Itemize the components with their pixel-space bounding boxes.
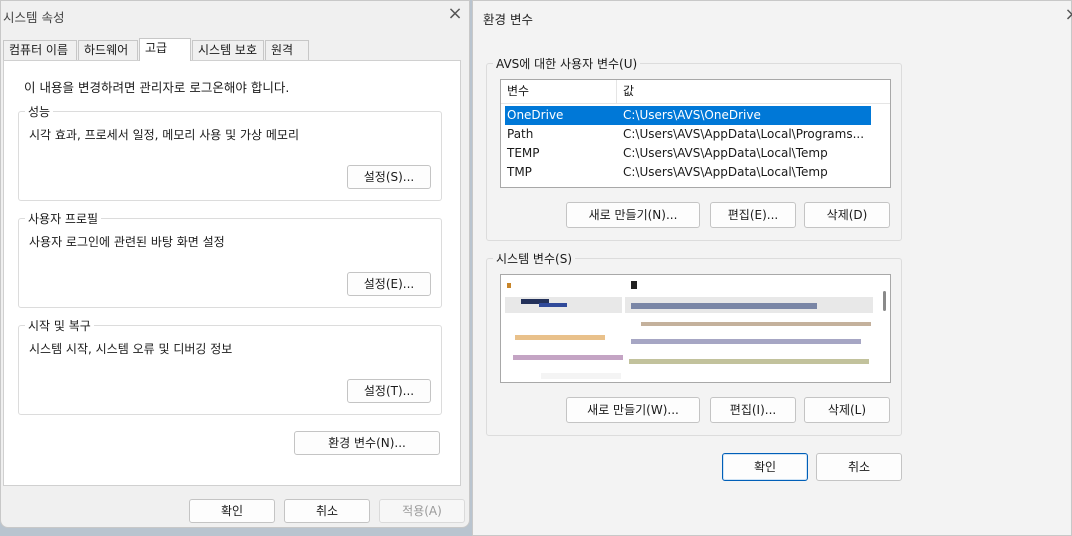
- env-ok-button[interactable]: 확인: [722, 453, 808, 481]
- startup-recovery-settings-button[interactable]: 설정(T)...: [347, 379, 431, 403]
- ok-button[interactable]: 확인: [189, 499, 275, 523]
- close-icon[interactable]: ×: [444, 4, 466, 26]
- environment-variables-window: 환경 변수 × AVS에 대한 사용자 변수(U) 변수 값 OneDrive …: [472, 0, 1072, 536]
- performance-settings-button[interactable]: 설정(S)...: [347, 165, 431, 189]
- user-profiles-settings-button[interactable]: 설정(E)...: [347, 272, 431, 296]
- window-title: 시스템 속성: [3, 10, 65, 25]
- column-header-variable[interactable]: 변수: [501, 80, 617, 104]
- table-row[interactable]: TEMP C:\Users\AVS\AppData\Local\Temp: [505, 144, 871, 163]
- user-new-button[interactable]: 새로 만들기(N)...: [566, 202, 700, 228]
- startup-recovery-label: 시작 및 복구: [25, 317, 94, 334]
- table-row[interactable]: TMP C:\Users\AVS\AppData\Local\Temp: [505, 163, 871, 182]
- user-profiles-group: 사용자 프로필 사용자 로그인에 관련된 바탕 화면 설정 설정(E)...: [18, 210, 442, 308]
- system-properties-window: 시스템 속성 × 컴퓨터 이름 하드웨어 고급 시스템 보호 원격 이 내용을 …: [0, 0, 470, 528]
- environment-variables-button[interactable]: 환경 변수(N)...: [294, 431, 440, 455]
- user-profiles-label: 사용자 프로필: [25, 210, 102, 227]
- variable-value: C:\Users\AVS\AppData\Local\Temp: [623, 146, 828, 160]
- user-profiles-description: 사용자 로그인에 관련된 바탕 화면 설정: [29, 235, 225, 249]
- table-row[interactable]: Path C:\Users\AVS\AppData\Local\Programs…: [505, 125, 871, 144]
- column-header-value[interactable]: 값: [617, 80, 890, 104]
- user-variables-list[interactable]: 변수 값 OneDrive C:\Users\AVS\OneDrive Path…: [500, 79, 891, 188]
- env-cancel-button[interactable]: 취소: [816, 453, 902, 481]
- tab-computer-name[interactable]: 컴퓨터 이름: [3, 40, 77, 60]
- system-variables-label: 시스템 변수(S): [493, 250, 575, 267]
- advanced-tab-panel: 이 내용을 변경하려면 관리자로 로그온해야 합니다. 성능 시각 효과, 프로…: [3, 60, 461, 486]
- cancel-button[interactable]: 취소: [284, 499, 370, 523]
- system-new-button[interactable]: 새로 만들기(W)...: [566, 397, 700, 423]
- user-delete-button[interactable]: 삭제(D): [804, 202, 890, 228]
- apply-button[interactable]: 적용(A): [379, 499, 465, 523]
- admin-notice: 이 내용을 변경하려면 관리자로 로그온해야 합니다.: [24, 80, 290, 95]
- system-variables-list[interactable]: [500, 274, 891, 383]
- variable-value: C:\Users\AVS\OneDrive: [623, 108, 761, 122]
- user-variables-label: AVS에 대한 사용자 변수(U): [493, 55, 641, 72]
- startup-recovery-group: 시작 및 복구 시스템 시작, 시스템 오류 및 디버깅 정보 설정(T)...: [18, 317, 442, 415]
- tab-advanced[interactable]: 고급: [139, 38, 191, 61]
- system-variables-scrollbar-thumb[interactable]: [883, 291, 886, 311]
- variable-name: TMP: [507, 165, 532, 179]
- variable-value: C:\Users\AVS\AppData\Local\Programs...: [623, 127, 865, 141]
- variable-name: TEMP: [507, 146, 540, 160]
- system-delete-button[interactable]: 삭제(L): [804, 397, 890, 423]
- variable-name: OneDrive: [507, 108, 564, 122]
- tab-remote[interactable]: 원격: [265, 40, 309, 60]
- table-row[interactable]: OneDrive C:\Users\AVS\OneDrive: [505, 106, 871, 125]
- environment-variables-titlebar[interactable]: 환경 변수 ×: [473, 1, 1072, 31]
- system-edit-button[interactable]: 편집(I)...: [710, 397, 796, 423]
- close-icon[interactable]: ×: [1061, 5, 1072, 27]
- system-properties-titlebar[interactable]: 시스템 속성 ×: [1, 1, 469, 31]
- tab-system-protection[interactable]: 시스템 보호: [192, 40, 264, 60]
- startup-recovery-description: 시스템 시작, 시스템 오류 및 디버깅 정보: [29, 342, 233, 356]
- user-edit-button[interactable]: 편집(E)...: [710, 202, 796, 228]
- env-window-title: 환경 변수: [483, 12, 533, 27]
- system-variables-group: 시스템 변수(S) 새로 만들기(W)... 편집(I)... 삭제(L): [486, 250, 902, 436]
- user-variables-group: AVS에 대한 사용자 변수(U) 변수 값 OneDrive C:\Users…: [486, 55, 902, 241]
- performance-label: 성능: [25, 103, 54, 120]
- performance-group: 성능 시각 효과, 프로세서 일정, 메모리 사용 및 가상 메모리 설정(S)…: [18, 103, 442, 201]
- tab-hardware[interactable]: 하드웨어: [78, 40, 138, 60]
- variable-value: C:\Users\AVS\AppData\Local\Temp: [623, 165, 828, 179]
- performance-description: 시각 효과, 프로세서 일정, 메모리 사용 및 가상 메모리: [29, 128, 299, 142]
- variable-name: Path: [507, 127, 534, 141]
